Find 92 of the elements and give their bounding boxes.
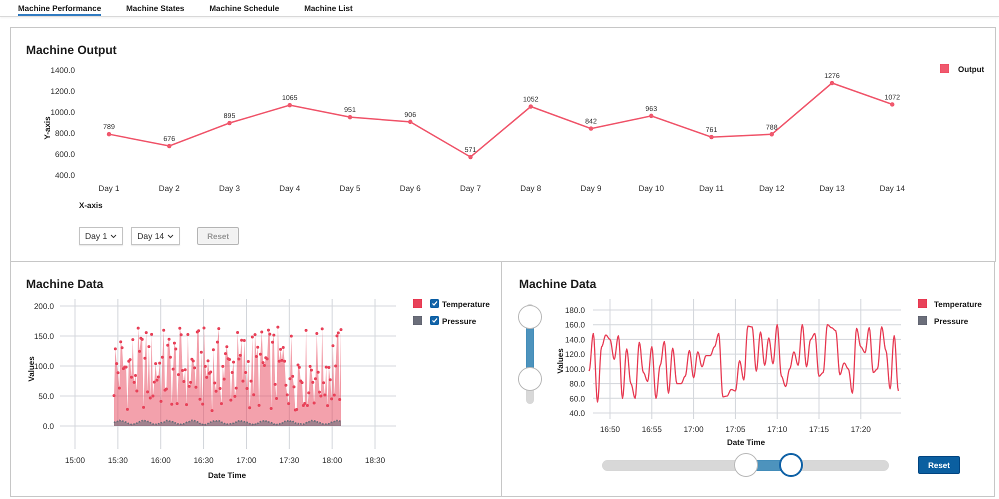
data-point	[588, 126, 594, 131]
axis-tick-label: 16:00	[150, 456, 171, 465]
axis-tick-label: Day 5	[340, 184, 360, 193]
axis-tick-label: Day 10	[638, 184, 664, 193]
slider-thumb[interactable]	[779, 452, 804, 476]
axis-tick-label: Day 9	[580, 184, 602, 193]
data-point	[890, 102, 894, 107]
axis-tick-label: Day 14	[880, 184, 905, 193]
axis-tick-label: Day 6	[400, 184, 421, 193]
axis-title: Values	[27, 356, 36, 382]
data-point	[106, 132, 112, 136]
panel-title: Machine Output	[26, 43, 118, 57]
axis-tick-label: 17:15	[808, 425, 830, 434]
axis-tick-label: 140.0	[564, 335, 585, 344]
axis-tick-label: 1000.0	[50, 108, 75, 117]
slider-thumb[interactable]	[518, 305, 542, 329]
legend-label: Pressure	[442, 317, 476, 326]
axis-tick-label: 16:30	[194, 456, 214, 465]
axis-tick-label: 400.0	[54, 171, 75, 180]
axis-tick-label: 0.0	[42, 422, 54, 431]
checkbox[interactable]	[430, 299, 439, 308]
tab[interactable]: Machine States	[126, 0, 184, 16]
chevron-icon	[110, 234, 118, 238]
axis-tick-label: 80.0	[569, 380, 585, 389]
axis-tick-label: 1400.0	[50, 66, 75, 75]
axis-tick-label: 40.0	[569, 409, 585, 418]
axis-tick-label: Day 3	[219, 184, 240, 193]
data-point	[408, 120, 412, 124]
data-point	[348, 114, 352, 120]
axis-tick-label: 600.0	[54, 150, 75, 159]
axis-tick-label: 16:55	[642, 425, 662, 434]
axis-tick-label: 17:00	[684, 425, 704, 434]
data-point	[288, 102, 292, 108]
axis-title: Y-axis	[43, 116, 52, 140]
axis-tick-label: 18:00	[322, 456, 342, 465]
axis-title: Date Time	[726, 438, 766, 447]
legend-label: Temperature	[934, 300, 982, 309]
axis-tick-label: 800.0	[54, 129, 75, 138]
axis-tick-label: 100.0	[564, 364, 585, 374]
data-point	[649, 114, 654, 118]
tab[interactable]: Machine Schedule	[209, 0, 280, 16]
data-point	[830, 80, 834, 86]
slider-thumb[interactable]	[734, 452, 758, 476]
axis-title: X-axis	[79, 201, 103, 210]
axis-tick-label: 160.0	[564, 320, 585, 330]
data-point	[167, 144, 172, 148]
axis-tick-label: 200.0	[34, 302, 54, 311]
data-point	[709, 134, 714, 140]
axis-tick-label: 120.0	[564, 350, 585, 360]
tab[interactable]: Machine List	[304, 0, 353, 16]
axis-tick-label: 17:20	[850, 425, 871, 434]
axis-tick-label: 1200.0	[50, 87, 75, 96]
axis-tick-label: Day 4	[279, 184, 300, 193]
axis-tick-label: 100.0	[34, 362, 54, 371]
axis-tick-label: 17:10	[767, 425, 788, 434]
axis-tick-label: Day 2	[158, 184, 180, 193]
tab[interactable]: Machine Performance	[18, 0, 102, 16]
axis-tick-label: 15:00	[64, 456, 86, 465]
checkbox[interactable]	[430, 316, 439, 325]
panel-title: Machine Data	[26, 277, 104, 291]
axis-title: Date Time	[208, 471, 246, 480]
legend-swatch	[940, 64, 949, 73]
slider-thumb[interactable]	[518, 367, 542, 391]
axis-tick-label: 60.0	[569, 394, 585, 404]
axis-tick-label: 50.0	[38, 392, 54, 401]
axis-tick-label: 17:05	[725, 425, 746, 434]
dropdown[interactable]: Day 14	[131, 227, 180, 245]
axis-tick-label: Day 7	[460, 184, 481, 193]
legend-label: Pressure	[934, 317, 968, 326]
chevron-icon	[167, 234, 174, 238]
axis-tick-label: 150.0	[34, 332, 54, 341]
data-point	[528, 104, 533, 109]
axis-tick-label: 15:30	[108, 456, 128, 465]
axis-tick-label: 16:50	[600, 425, 620, 434]
axis-tick-label: Day 11	[699, 184, 724, 193]
axis-tick-label: 17:30	[279, 456, 300, 465]
data-point	[770, 132, 774, 136]
panel-title: Machine Data	[519, 277, 598, 291]
axis-tick-label: Day 1	[98, 184, 120, 193]
legend-label: Temperature	[442, 300, 490, 309]
axis-tick-label: Day 12	[759, 184, 784, 193]
axis-tick-label: 17:00	[236, 456, 256, 465]
reset-button[interactable]: Reset	[918, 456, 960, 474]
legend-label: Output	[958, 65, 984, 74]
data-point	[227, 120, 232, 126]
axis-tick-label: 18:30	[365, 456, 386, 465]
axis-tick-label: Day 13	[819, 184, 845, 193]
data-point	[468, 154, 473, 160]
axis-title: Values	[556, 348, 565, 374]
axis-tick-label: 180.0	[564, 306, 585, 315]
dropdown[interactable]: Day 1	[79, 227, 124, 245]
axis-tick-label: Day 8	[520, 184, 542, 193]
